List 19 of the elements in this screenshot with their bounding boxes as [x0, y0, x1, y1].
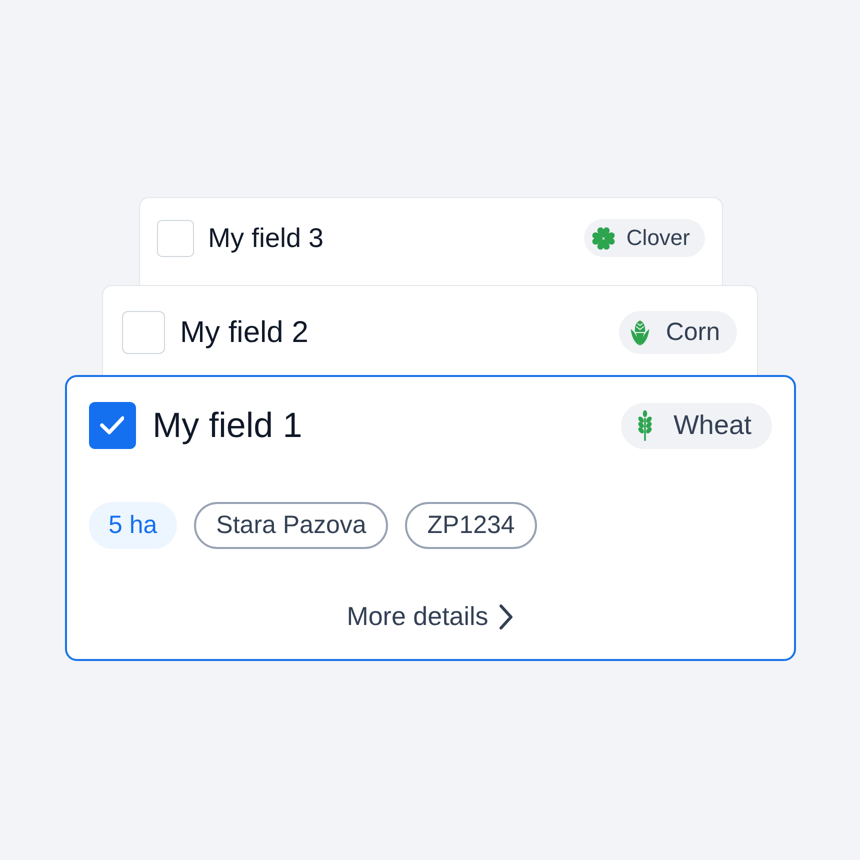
checkbox[interactable]: [88, 402, 136, 449]
field-card[interactable]: My field 3 Clover: [139, 197, 723, 285]
clover-icon: [592, 226, 616, 250]
field-title: My field 1: [152, 406, 304, 446]
area-tag: 5 ha: [88, 502, 178, 549]
info-tag: ZP1234: [405, 502, 537, 549]
field-title: My field 3: [208, 222, 325, 254]
field-title: My field 2: [180, 316, 310, 350]
crop-label: Corn: [666, 318, 720, 347]
crop-label: Clover: [626, 225, 690, 251]
corn-icon: [630, 320, 650, 346]
chevron-right-icon: [499, 604, 514, 630]
check-icon: [100, 416, 124, 435]
more-details-link[interactable]: More details: [346, 601, 514, 632]
field-card[interactable]: My field 1 Wheat 5 ha Stara Pazova ZP1234 More details: [64, 375, 796, 661]
wheat-icon: [636, 410, 654, 441]
info-tag: Stara Pazova: [194, 502, 388, 549]
field-card[interactable]: My field 2 Corn: [102, 285, 758, 375]
crop-label: Wheat: [673, 410, 752, 441]
